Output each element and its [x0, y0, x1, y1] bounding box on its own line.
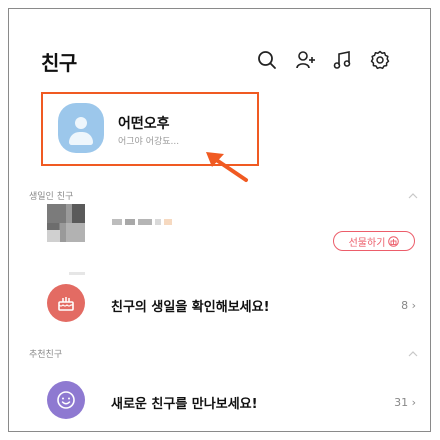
cake-icon	[47, 284, 85, 322]
gift-icon	[388, 235, 400, 247]
chevron-up-icon[interactable]	[408, 192, 418, 200]
recommend-friends-link[interactable]: 새로운 친구를 만나보세요!	[111, 393, 258, 412]
settings-icon[interactable]	[369, 49, 391, 71]
avatar	[58, 103, 104, 153]
profile-name: 어떤오후	[118, 116, 170, 132]
music-icon[interactable]	[332, 49, 354, 71]
recommend-count[interactable]: 31 ›	[394, 396, 416, 409]
add-friend-icon[interactable]	[295, 49, 317, 71]
birthday-friend-name	[112, 210, 175, 225]
gift-button-label: 선물하기	[348, 237, 386, 249]
friends-screen: 친구 어떤오후 어그야 어강됴... 생일인 친구 선물하기 친구의 생일을 확…	[8, 8, 431, 432]
profile-status: 어그야 어강됴...	[118, 137, 180, 147]
page-title: 친구	[41, 51, 77, 75]
birthday-friend-avatar[interactable]	[47, 204, 85, 242]
gift-button[interactable]: 선물하기	[333, 231, 415, 251]
chevron-up-icon[interactable]	[408, 350, 418, 358]
divider	[69, 272, 85, 275]
search-icon[interactable]	[256, 49, 278, 71]
section-label-birthday: 생일인 친구	[29, 192, 74, 202]
smile-icon	[47, 381, 85, 419]
birthday-count[interactable]: 8 ›	[401, 299, 416, 312]
birthday-check-link[interactable]: 친구의 생일을 확인해보세요!	[111, 296, 270, 315]
section-label-recommend: 추천친구	[29, 350, 63, 360]
arrow-pointer-icon	[206, 152, 248, 182]
header: 친구	[9, 9, 430, 89]
